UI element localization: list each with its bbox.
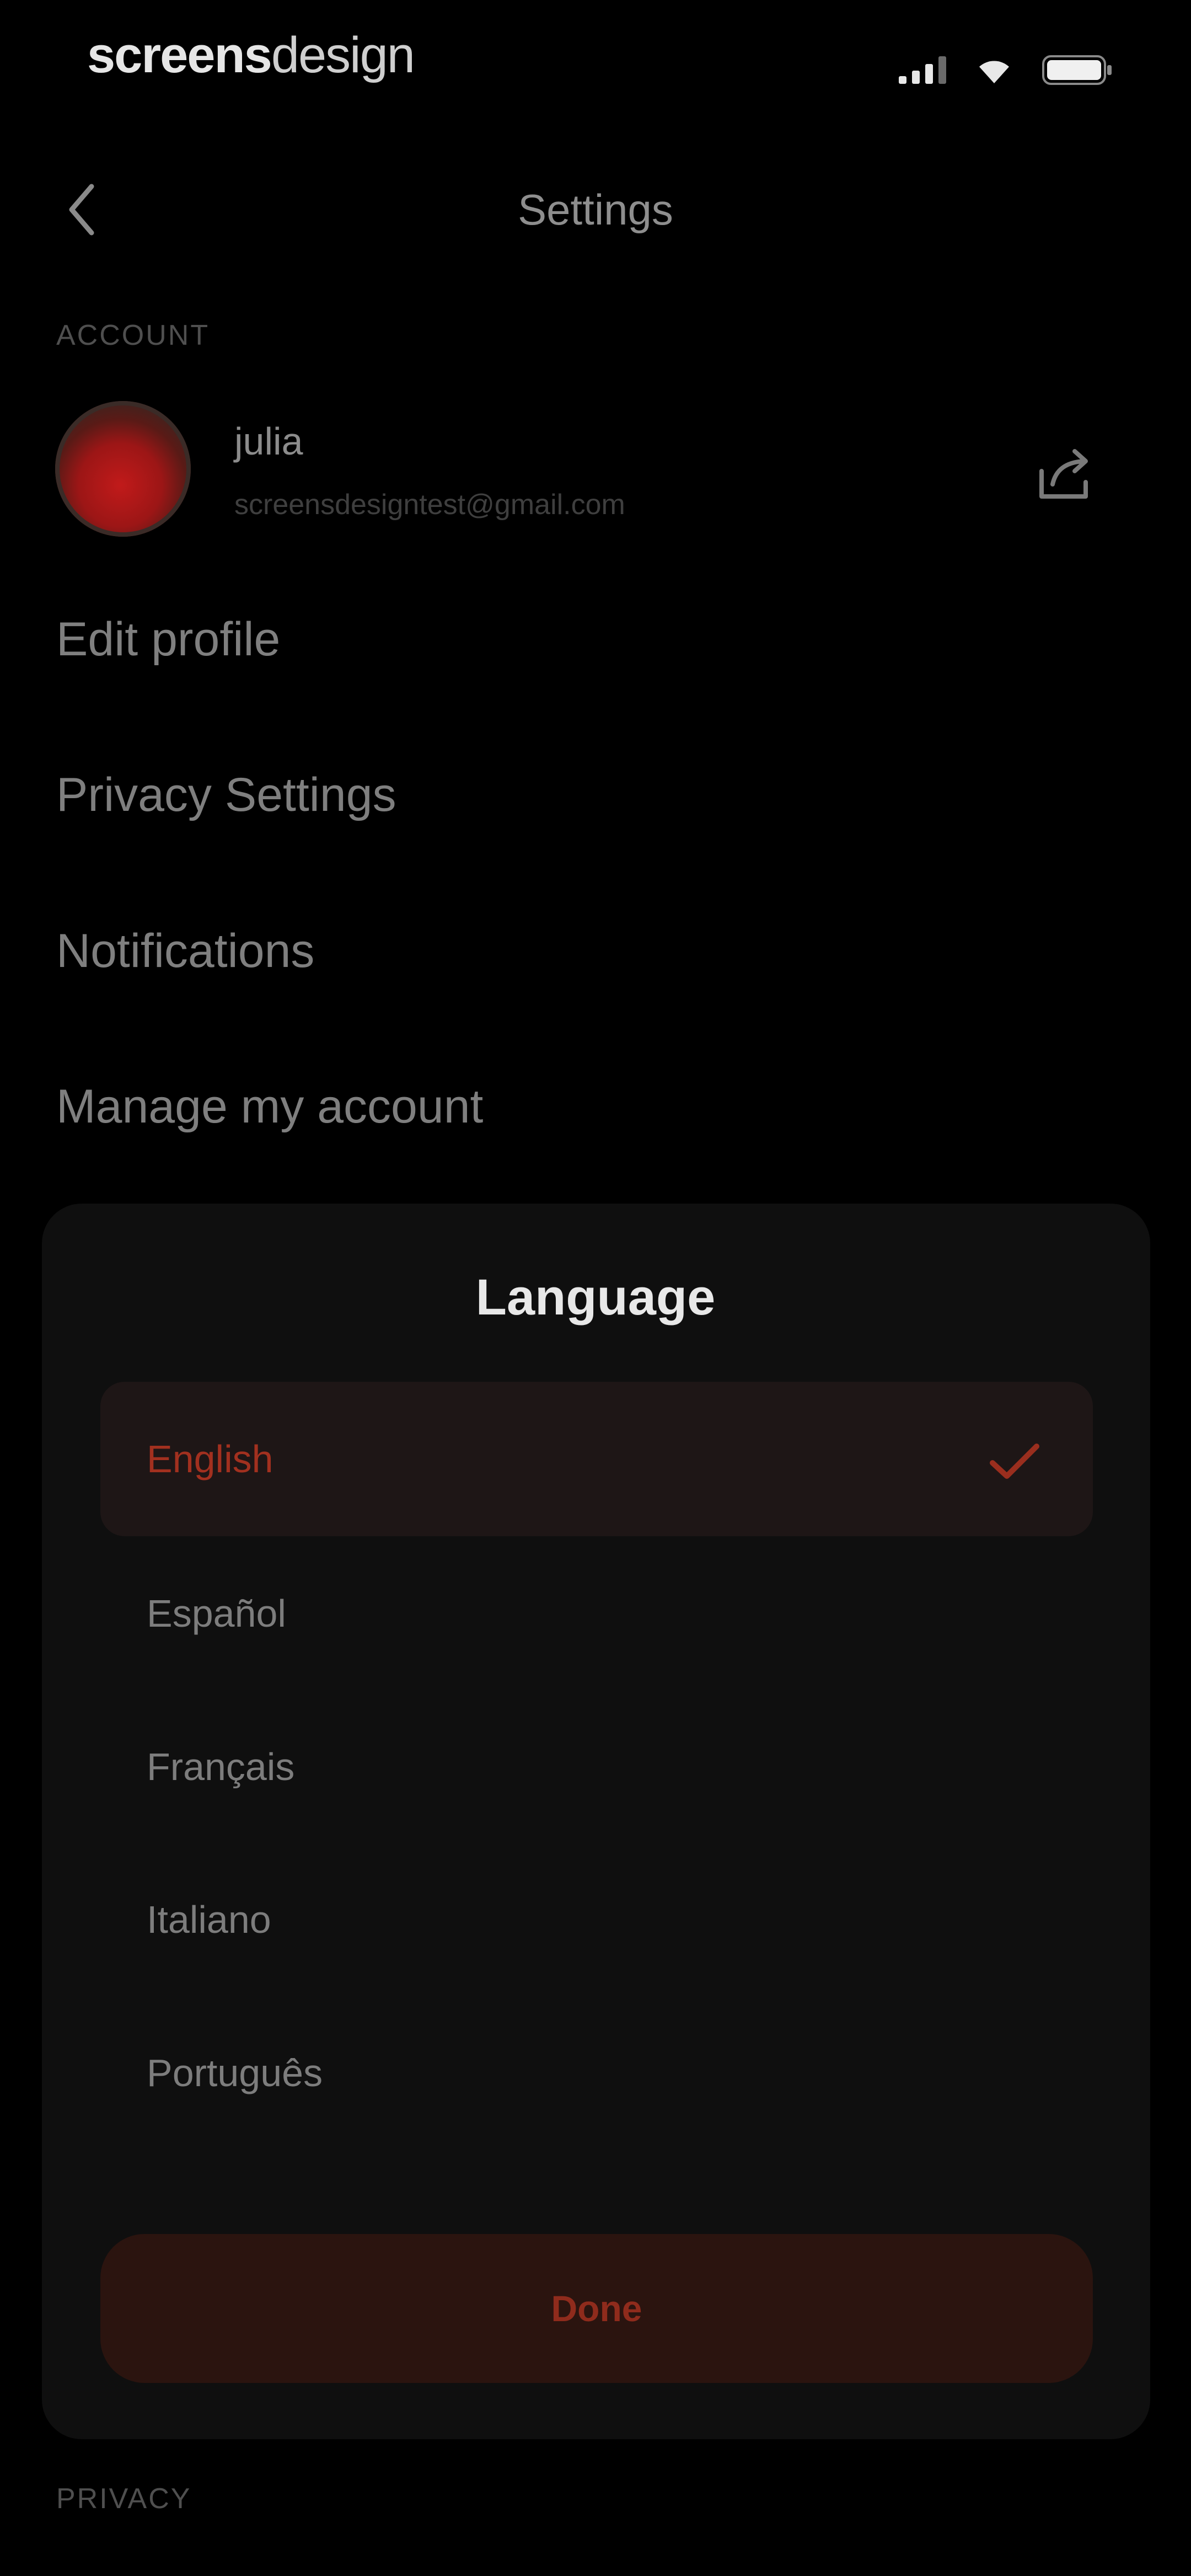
language-option-italiano[interactable]: Italiano <box>100 1842 1093 1997</box>
menu-item-notifications[interactable]: Notifications <box>56 924 314 979</box>
language-option-portugues[interactable]: Português <box>100 1996 1093 2150</box>
menu-item-edit-profile[interactable]: Edit profile <box>56 612 280 667</box>
avatar[interactable] <box>55 401 191 537</box>
checkmark-icon <box>990 1444 1039 1479</box>
cellular-signal-icon <box>899 56 946 84</box>
privacy-section-label: PRIVACY <box>56 2483 192 2515</box>
battery-icon <box>1042 55 1112 85</box>
language-option-francais[interactable]: Français <box>100 1690 1093 1844</box>
profile-email: screensdesigntest@gmail.com <box>234 489 625 521</box>
wifi-icon <box>979 61 1009 83</box>
brand-bold-text: screens <box>87 27 272 83</box>
menu-item-manage-account[interactable]: Manage my account <box>56 1079 483 1134</box>
profile-name: julia <box>234 420 303 463</box>
account-section-label: ACCOUNT <box>56 319 210 351</box>
brand-watermark: screensdesign <box>87 26 415 84</box>
share-icon[interactable] <box>1034 447 1095 502</box>
language-sheet-title: Language <box>475 1269 716 1326</box>
brand-light-text: design <box>271 27 415 83</box>
status-icons <box>899 54 1114 86</box>
menu-item-privacy-settings[interactable]: Privacy Settings <box>56 768 396 822</box>
language-option-english[interactable]: English <box>100 1382 1093 1536</box>
page-title: Settings <box>518 185 673 234</box>
done-button[interactable]: Done <box>100 2234 1093 2383</box>
language-option-espanol[interactable]: Español <box>100 1536 1093 1691</box>
